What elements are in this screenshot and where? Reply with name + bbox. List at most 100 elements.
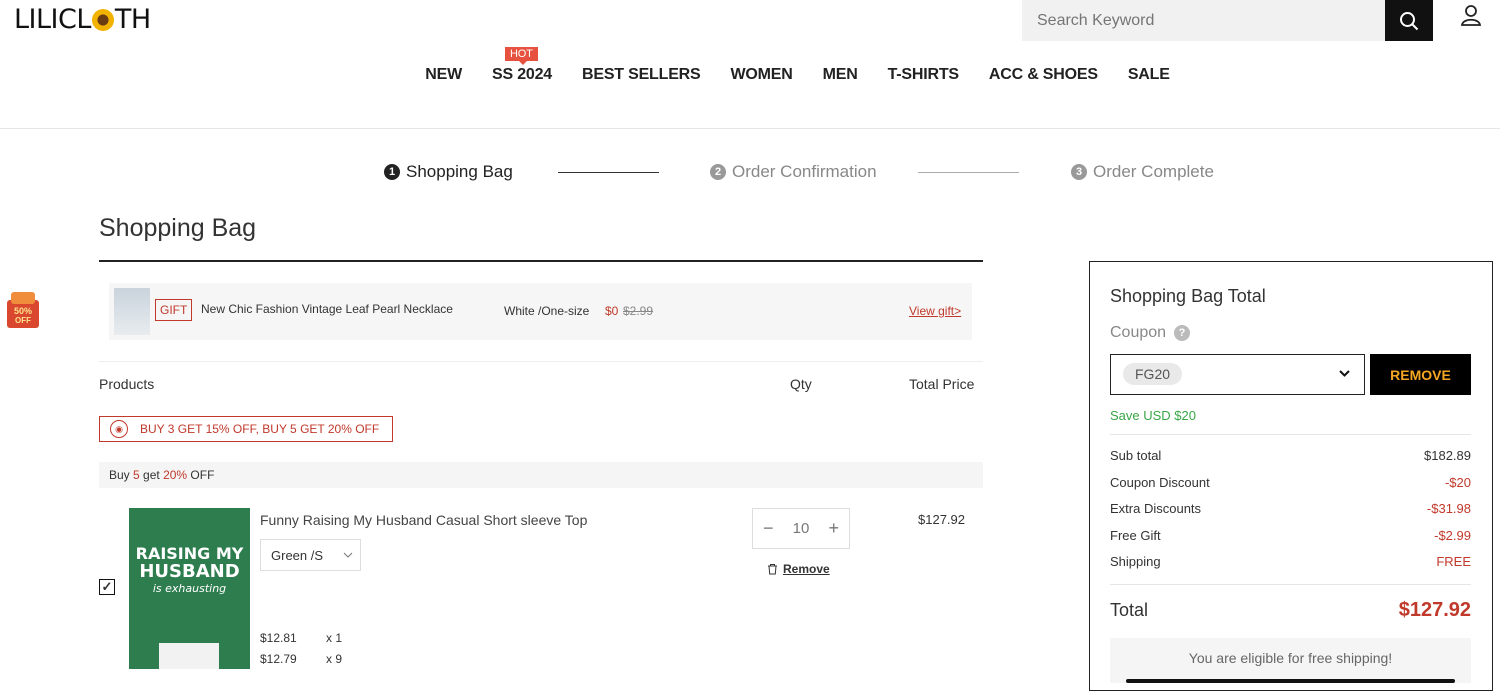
nav-item-label: BEST SELLERS <box>582 66 701 83</box>
coupon-chip: FG20 <box>1123 363 1183 385</box>
nav-item-label: ACC & SHOES <box>988 66 1098 83</box>
variant-value: Green /S <box>271 547 324 563</box>
step-number: 3 <box>1071 164 1087 180</box>
summary-divider <box>1110 434 1471 435</box>
logo-text-right: TH <box>114 4 151 35</box>
print-line: is exhausting <box>152 582 227 595</box>
nav-item-label: WOMEN <box>730 66 793 83</box>
gift-image[interactable] <box>114 288 150 335</box>
svg-text:OFF: OFF <box>15 316 31 325</box>
gift-price: $0 <box>605 304 619 318</box>
nav-item-men[interactable]: MEN <box>823 66 858 84</box>
row-value: -$20 <box>1444 475 1471 490</box>
gift-tag: GIFT <box>155 299 193 321</box>
product-name[interactable]: Funny Raising My Husband Casual Short sl… <box>260 512 587 528</box>
nav-item-acc-shoes[interactable]: ACC & SHOES <box>989 66 1098 84</box>
step-label: Order Confirmation <box>732 162 877 181</box>
tag-icon: ◉ <box>110 420 128 438</box>
row-value: FREE <box>1436 554 1471 569</box>
col-qty: Qty <box>790 376 812 392</box>
buy-bar-pct: 20% <box>163 468 188 482</box>
step-connector <box>918 172 1019 173</box>
free-gift-row: Free Gift -$2.99 <box>1110 528 1471 543</box>
step-label: Order Complete <box>1093 162 1214 181</box>
unit-price: $12.81 <box>260 631 297 645</box>
help-icon[interactable]: ? <box>1174 325 1191 341</box>
search-button[interactable] <box>1385 0 1433 41</box>
unit-count: x 1 <box>326 631 343 645</box>
variant-select[interactable]: Green /S <box>260 539 361 571</box>
title-divider <box>99 260 983 262</box>
nav-item-label: SALE <box>1127 66 1170 83</box>
print-line: HUSBAND <box>139 561 240 582</box>
row-divider <box>99 361 983 362</box>
user-icon <box>1460 5 1482 26</box>
unit-price: $12.79 <box>260 652 297 666</box>
buy-bar-count: 5 <box>133 468 140 482</box>
shipping-row: Shipping FREE <box>1110 554 1471 569</box>
nav-item-sale[interactable]: SALE <box>1128 66 1170 84</box>
save-text: Save USD $20 <box>1110 408 1196 423</box>
nav-item-best-sellers[interactable]: BEST SELLERS <box>582 66 701 84</box>
step-order-confirmation: 2 Order Confirmation <box>710 162 877 182</box>
step-number: 2 <box>710 164 726 180</box>
view-gift-link[interactable]: View gift> <box>909 304 961 318</box>
coupon-label-row: Coupon ? <box>1110 324 1191 342</box>
nav-item-women[interactable]: WOMEN <box>731 66 793 84</box>
total-value: $127.92 <box>1398 599 1471 621</box>
shipping-progress-bar <box>1126 679 1455 683</box>
chevron-down-icon <box>343 552 353 558</box>
account-button[interactable] <box>1458 3 1484 29</box>
decrease-button[interactable]: − <box>763 518 774 539</box>
gift-old-price: $2.99 <box>623 304 654 318</box>
chevron-down-icon <box>1339 370 1350 377</box>
search-icon <box>1400 11 1419 30</box>
coupon-select[interactable]: FG20 <box>1110 354 1365 395</box>
row-label: Free Gift <box>1110 528 1161 543</box>
step-number: 1 <box>384 164 400 180</box>
total-label: Total <box>1110 600 1149 620</box>
col-products: Products <box>99 376 155 392</box>
free-shipping-notice: You are eligible for free shipping! <box>1110 638 1471 683</box>
extra-discounts-row: Extra Discounts -$31.98 <box>1110 501 1471 516</box>
step-label: Shopping Bag <box>406 162 513 181</box>
nav-item-t-shirts[interactable]: T-SHIRTS <box>888 66 959 84</box>
header-divider <box>0 128 1500 129</box>
product-image-print: RAISING MY HUSBAND is exhausting <box>129 546 250 597</box>
price-line: $12.79 x 9 <box>260 652 342 666</box>
row-label: Shipping <box>1110 554 1161 569</box>
nav-item-label: T-SHIRTS <box>887 66 959 83</box>
unit-count: x 9 <box>326 652 343 666</box>
nav-item-label: NEW <box>425 66 463 83</box>
col-total: Total Price <box>909 376 975 392</box>
free-shipping-text: You are eligible for free shipping! <box>1188 650 1393 666</box>
nav-item-new[interactable]: NEW <box>425 66 462 84</box>
remove-item-button[interactable]: Remove <box>767 562 830 576</box>
total-row: Total $127.92 <box>1110 599 1471 622</box>
discount-badge[interactable]: 50% OFF <box>5 290 41 330</box>
promo-banner[interactable]: ◉ BUY 3 GET 15% OFF, BUY 5 GET 20% OFF <box>99 416 393 442</box>
search-input[interactable] <box>1022 10 1369 31</box>
coupon-label: Coupon <box>1110 324 1167 341</box>
row-label: Extra Discounts <box>1110 501 1202 516</box>
row-label: Coupon Discount <box>1110 475 1210 490</box>
gift-bag-icon: 50% OFF <box>7 292 39 328</box>
svg-text:50%: 50% <box>14 306 32 316</box>
summary-divider <box>1110 584 1471 585</box>
increase-button[interactable]: + <box>828 518 839 539</box>
row-value: -$31.98 <box>1426 501 1471 516</box>
nav-item-ss-2024[interactable]: SS 2024 HOT <box>492 47 552 84</box>
buy-bar: Buy 5 get 20% OFF <box>99 462 983 488</box>
coupon-discount-row: Coupon Discount -$20 <box>1110 475 1471 490</box>
buy-bar-post: OFF <box>187 468 215 482</box>
step-connector <box>558 172 659 173</box>
summary-title: Shopping Bag Total <box>1110 286 1266 306</box>
buy-bar-pre: Buy <box>109 468 134 482</box>
product-checkbox[interactable]: ✓ <box>99 579 115 595</box>
remove-coupon-button[interactable]: REMOVE <box>1370 354 1471 395</box>
site-logo[interactable]: LILICL TH <box>14 4 151 35</box>
product-image[interactable]: RAISING MY HUSBAND is exhausting <box>129 508 250 669</box>
step-shopping-bag: 1 Shopping Bag <box>384 162 513 182</box>
row-value: $182.89 <box>1424 448 1471 463</box>
quantity-value[interactable]: 10 <box>793 520 810 537</box>
